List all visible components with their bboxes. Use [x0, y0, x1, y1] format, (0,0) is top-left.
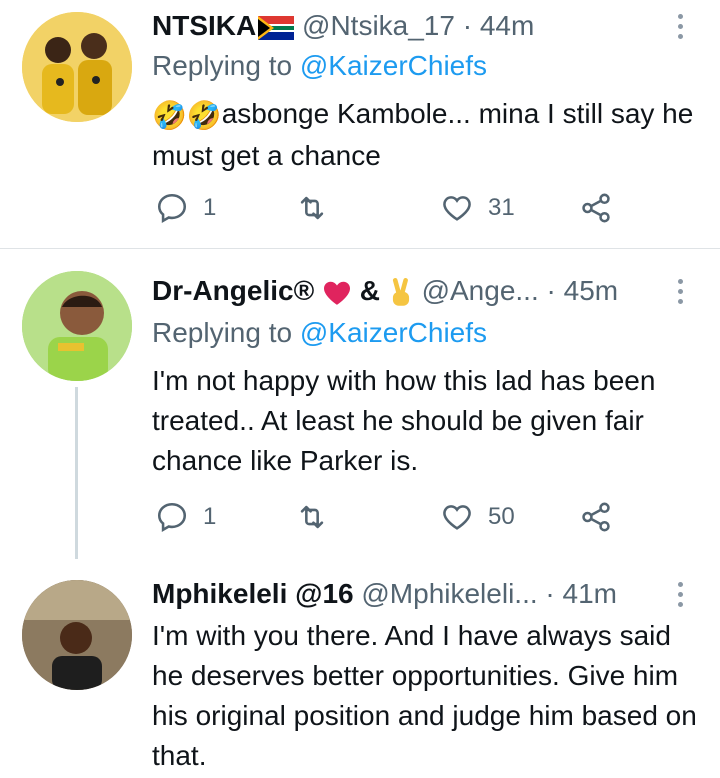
tweet-header: Dr-Angelic® & @Ange... · 45m [152, 271, 660, 311]
handle[interactable]: @Ntsika_17 [302, 10, 455, 41]
tweet-actions: 1 31 [155, 188, 625, 228]
avatar[interactable] [22, 12, 132, 122]
tweet-3[interactable]: Mphikeleli @16 @Mphikeleli... · 41m I'm … [0, 562, 720, 778]
retweet-icon [300, 196, 324, 220]
south-africa-flag-icon [258, 15, 295, 40]
reply-count: 1 [203, 503, 217, 530]
share-icon [582, 502, 610, 532]
retweet-button[interactable] [295, 188, 343, 228]
like-count: 31 [488, 194, 515, 221]
like-count: 50 [488, 503, 515, 530]
reply-count: 1 [203, 194, 217, 221]
separator-dot: · [462, 10, 473, 41]
tweet-1[interactable]: NTSIKA @Ntsika_17 · 44m Replying to @Kai… [0, 0, 720, 248]
reply-icon [157, 193, 187, 223]
reply-button[interactable]: 1 [155, 497, 216, 537]
more-icon[interactable] [670, 574, 690, 614]
display-name[interactable]: Mphikeleli @16 [152, 578, 354, 609]
like-button[interactable]: 50 [440, 497, 515, 537]
tweet-actions: 1 50 [155, 497, 625, 537]
timestamp[interactable]: 44m [480, 10, 534, 41]
victory-hand-icon [392, 277, 409, 306]
replying-to-link[interactable]: @KaizerChiefs [300, 50, 487, 81]
share-button[interactable] [579, 188, 613, 228]
like-button[interactable]: 31 [440, 188, 515, 228]
avatar[interactable] [22, 580, 132, 690]
like-icon [443, 505, 471, 530]
separator-dot: · [545, 578, 555, 609]
tweet-text: I'm not happy with how this lad has been… [152, 365, 656, 476]
replying-to-link[interactable]: @KaizerChiefs [300, 317, 487, 348]
more-icon[interactable] [670, 6, 690, 46]
thread-line [75, 387, 78, 559]
tweet-text: 🤣🤣asbonge Kambole... mina I still say he… [152, 94, 697, 176]
retweet-button[interactable] [295, 497, 343, 537]
display-name[interactable]: Dr-Angelic [152, 275, 294, 306]
like-icon [443, 196, 471, 221]
avatar[interactable] [22, 271, 132, 381]
replying-to: Replying to @KaizerChiefs [152, 317, 488, 348]
rofl-emoji: 🤣🤣 [152, 99, 222, 131]
reply-button[interactable]: 1 [155, 188, 216, 228]
tweet-text: I'm with you there. And I have always sa… [152, 620, 697, 771]
share-icon [582, 193, 610, 223]
ampersand-label: & [359, 275, 381, 306]
retweet-icon [300, 505, 324, 529]
share-button[interactable] [579, 497, 613, 537]
handle[interactable]: @Ange... [422, 275, 539, 306]
reply-icon [157, 502, 187, 532]
registered-mark: ® [293, 275, 315, 306]
more-icon[interactable] [670, 271, 690, 311]
red-heart-icon [324, 281, 350, 305]
timestamp[interactable]: 45m [564, 275, 618, 306]
separator-dot: · [546, 275, 556, 306]
tweet-header: Mphikeleli @16 @Mphikeleli... · 41m [152, 574, 660, 614]
display-name[interactable]: NTSIKA [152, 10, 256, 41]
tweet-2[interactable]: Dr-Angelic® & @Ange... · 45m Replying to… [0, 249, 720, 559]
timestamp[interactable]: 41m [563, 578, 617, 609]
handle[interactable]: @Mphikeleli... [361, 578, 537, 609]
tweet-header: NTSIKA @Ntsika_17 · 44m [152, 6, 660, 46]
replying-to: Replying to @KaizerChiefs [152, 50, 488, 81]
